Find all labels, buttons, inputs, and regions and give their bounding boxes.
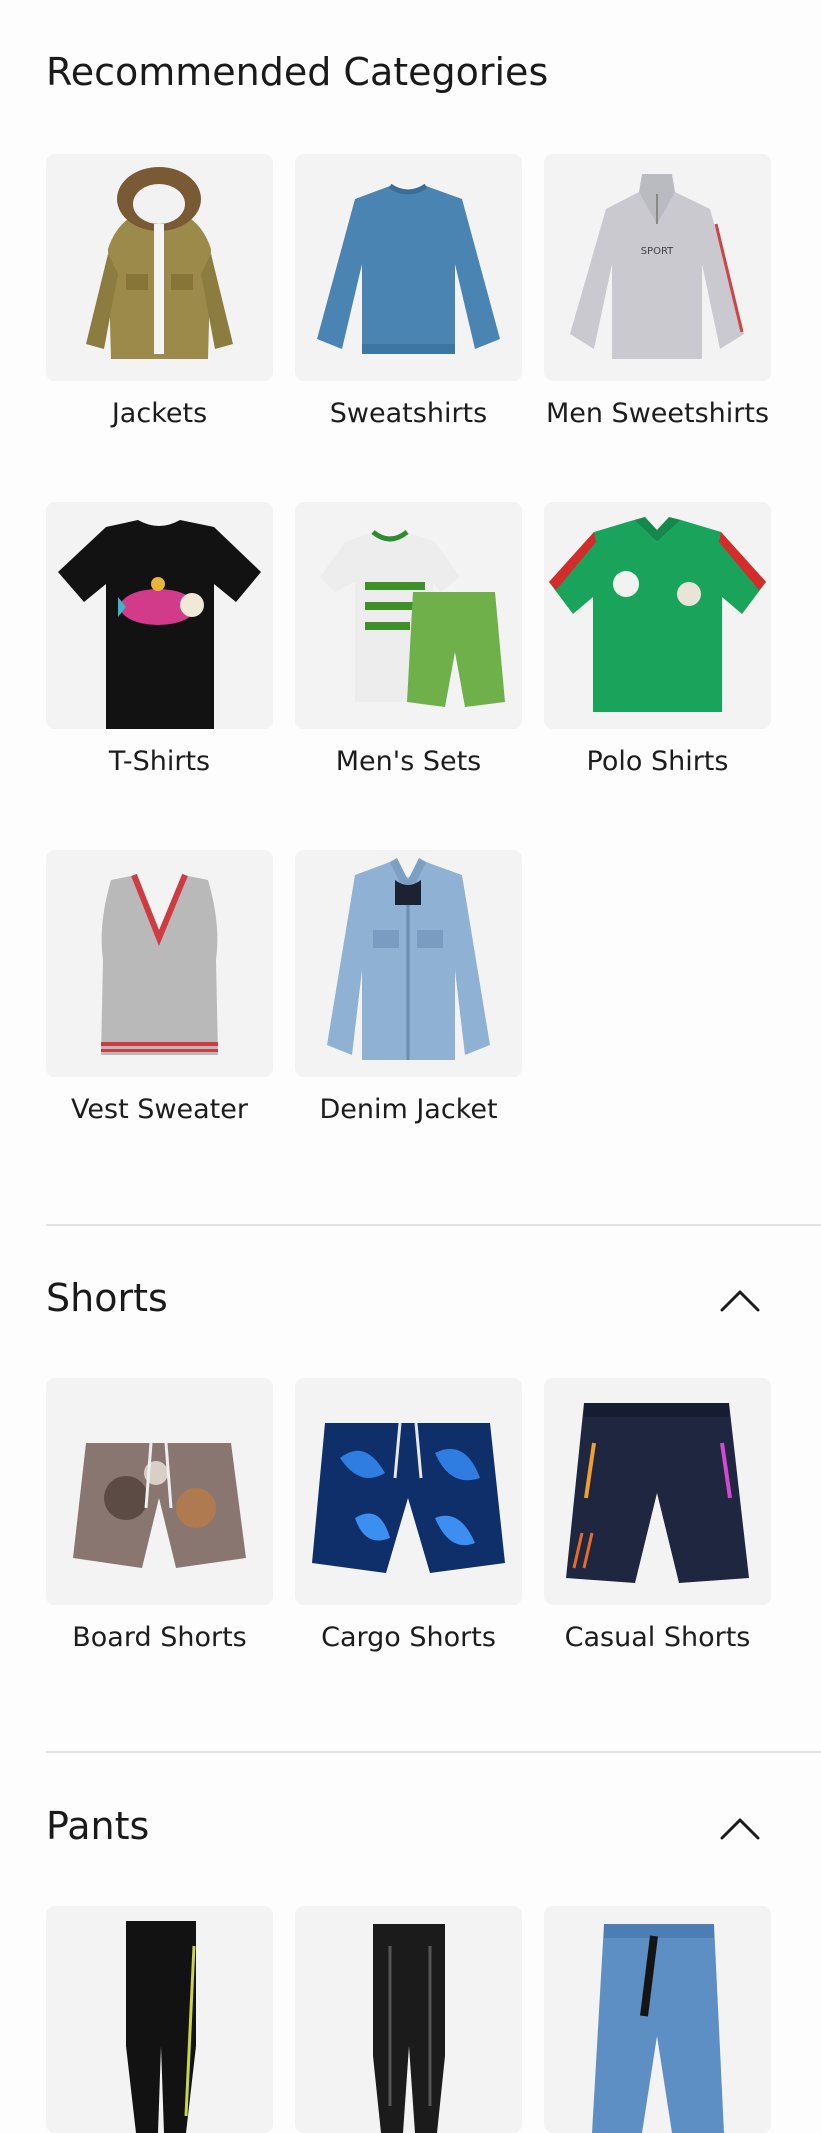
category-tile-pants-3[interactable] — [544, 1906, 771, 2133]
category-tile-t-shirts[interactable]: T-Shirts — [46, 502, 273, 777]
category-tile-denim-jacket[interactable]: Denim Jacket — [295, 850, 522, 1125]
category-tile-vest-sweater[interactable]: Vest Sweater — [46, 850, 273, 1125]
blue-leaf-cargo-shorts-image — [295, 1378, 522, 1605]
blue-sweatshirt-image — [295, 154, 522, 381]
category-label: Board Shorts — [72, 1622, 247, 1653]
hooded-fur-jacket-image — [46, 154, 273, 381]
recommended-categories-title: Recommended Categories — [46, 50, 549, 94]
black-sport-leggings-image — [46, 1906, 273, 2133]
category-tile-jackets[interactable]: Jackets — [46, 154, 273, 429]
blue-denim-pants-image — [544, 1906, 771, 2133]
section-divider — [46, 1224, 821, 1226]
category-label: Men Sweetshirts — [545, 398, 770, 429]
category-tile-men-sweetshirts[interactable]: SPORT Men Sweetshirts — [544, 154, 771, 429]
tshirt-and-shorts-set-image — [295, 502, 522, 729]
denim-jacket-image — [295, 850, 522, 1077]
category-tile-pants-1[interactable] — [46, 1906, 273, 2133]
floral-board-shorts-image — [46, 1378, 273, 1605]
category-tile-sweatshirts[interactable]: Sweatshirts — [295, 154, 522, 429]
category-tile-mens-sets[interactable]: Men's Sets — [295, 502, 522, 777]
category-label: Casual Shorts — [564, 1622, 751, 1653]
category-tile-polo-shirts[interactable]: Polo Shirts — [544, 502, 771, 777]
category-label: Cargo Shorts — [321, 1622, 496, 1653]
category-label: Polo Shirts — [586, 746, 729, 777]
svg-text:SPORT: SPORT — [641, 246, 674, 257]
chevron-up-icon — [720, 1818, 760, 1840]
navy-casual-shorts-image — [544, 1378, 771, 1605]
category-label: Jackets — [111, 398, 208, 429]
category-label: T-Shirts — [108, 746, 211, 777]
category-tile-cargo-shorts[interactable]: Cargo Shorts — [295, 1378, 522, 1653]
categories-page: Recommended Categories Jackets Sweatshir… — [0, 0, 821, 2133]
category-label: Vest Sweater — [71, 1094, 248, 1125]
category-label: Sweatshirts — [329, 398, 488, 429]
green-polo-shirt-image — [544, 502, 771, 729]
pants-section-title: Pants — [46, 1804, 150, 1848]
shorts-section-title: Shorts — [46, 1276, 168, 1320]
grey-vest-sweater-image — [46, 850, 273, 1077]
category-tile-pants-2[interactable] — [295, 1906, 522, 2133]
shorts-collapse-toggle[interactable] — [714, 1276, 766, 1328]
category-label: Men's Sets — [335, 746, 482, 777]
grey-half-zip-sweatshirt-image: SPORT — [544, 154, 771, 381]
section-divider — [46, 1751, 821, 1753]
black-leather-pants-image — [295, 1906, 522, 2133]
black-tshirt-image — [46, 502, 273, 729]
category-tile-board-shorts[interactable]: Board Shorts — [46, 1378, 273, 1653]
category-tile-casual-shorts[interactable]: Casual Shorts — [544, 1378, 771, 1653]
category-label: Denim Jacket — [319, 1094, 498, 1125]
pants-collapse-toggle[interactable] — [714, 1804, 766, 1856]
chevron-up-icon — [720, 1290, 760, 1312]
